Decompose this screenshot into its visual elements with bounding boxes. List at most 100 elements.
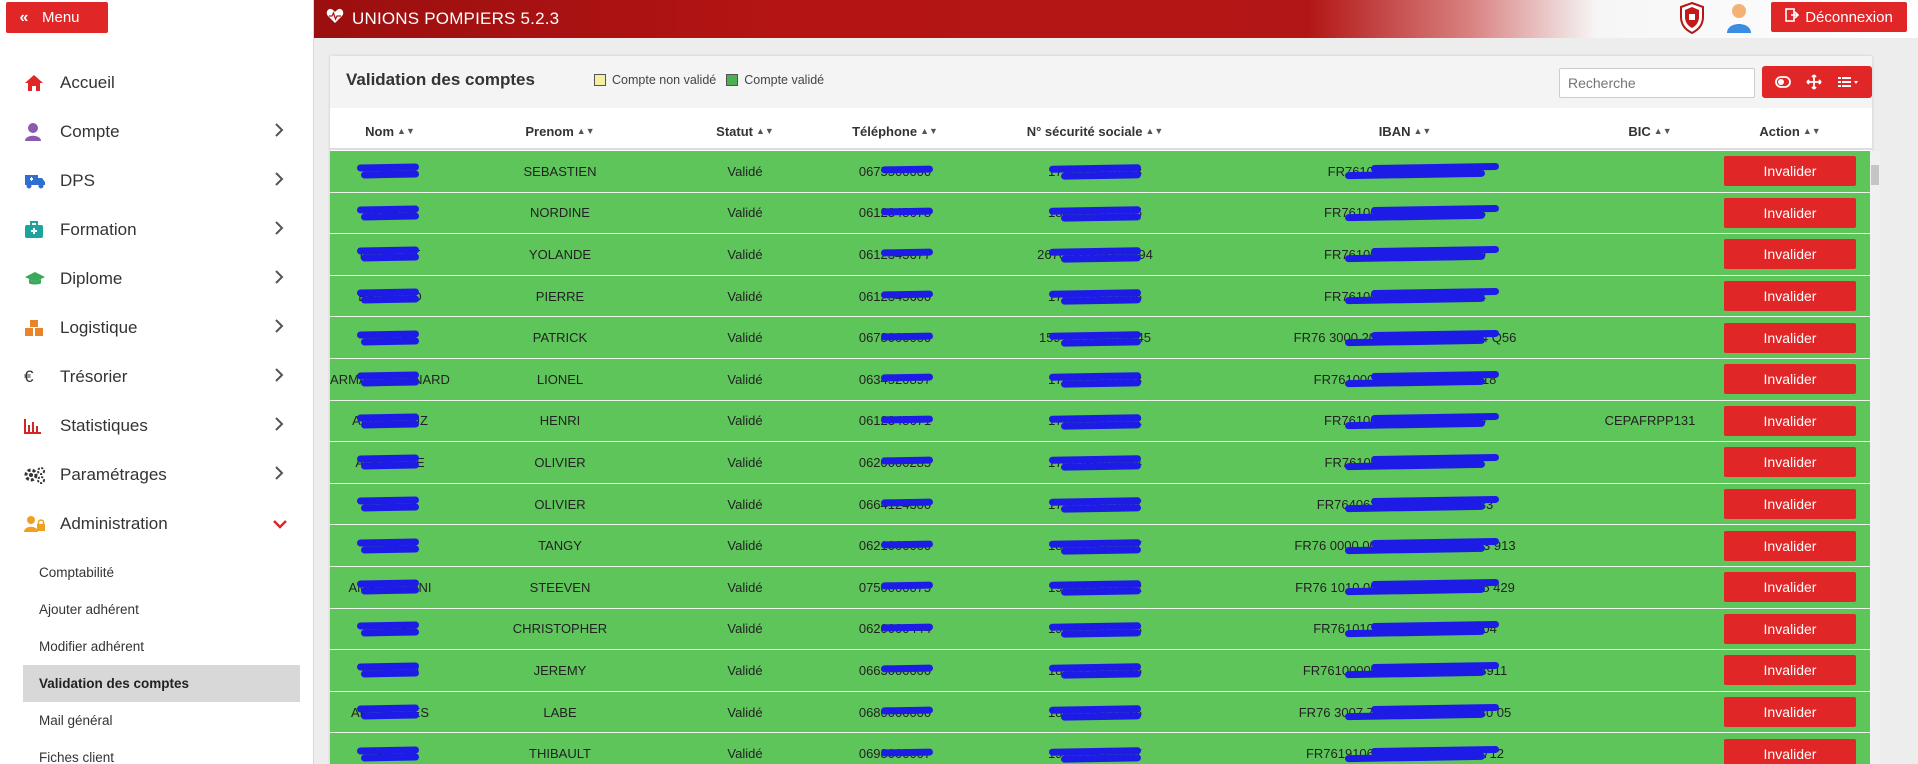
table-row: ARMANDBERNARD LIONEL Validé 063452089717400… xyxy=(330,358,1870,401)
columns-list-icon[interactable] xyxy=(1837,76,1859,88)
redaction-mark xyxy=(360,295,420,304)
redaction-mark xyxy=(1060,712,1142,721)
sidebar-nav: Accueil Compte DPS Formation Diplome Log… xyxy=(0,58,314,764)
redaction-mark xyxy=(360,586,420,595)
cell-secu: 1790000001063 xyxy=(970,151,1220,192)
table-row: AZTEIA TANGY Validé 06210000001880000000007… xyxy=(330,525,1870,567)
cell-bic xyxy=(1590,484,1710,525)
column-header-iban[interactable]: IBAN ▲▼ xyxy=(1220,114,1590,148)
column-header-statut[interactable]: Statut ▲▼ xyxy=(670,114,820,148)
cell-prenom: OLIVIER xyxy=(450,442,670,483)
sidebar-item-logistique[interactable]: Logistique xyxy=(0,303,314,352)
invalidate-button[interactable]: Invalider xyxy=(1724,738,1856,764)
cell-statut-text: Validé xyxy=(727,454,763,470)
redaction-mark xyxy=(880,498,934,507)
cell-secu: 1740000000733 xyxy=(970,359,1220,400)
subitem-validation-des-comptes[interactable]: Validation des comptes xyxy=(23,665,300,702)
cell-nom: LAURENT xyxy=(330,234,450,275)
table-row: ANNE CHRISTOPHER Validé 0620000444193000000… xyxy=(330,608,1870,651)
sidebar-item-label: Paramétrages xyxy=(60,464,167,484)
cell-iban: FR76101000000000457694804 xyxy=(1220,609,1590,650)
invalidate-button[interactable]: Invalider xyxy=(1724,613,1856,644)
cell-action: Invalider xyxy=(1710,650,1870,691)
subitem-mail-general[interactable]: Mail général xyxy=(0,702,314,739)
invalidate-button[interactable]: Invalider xyxy=(1724,489,1856,520)
cell-telephone: 0612345600 xyxy=(820,276,970,317)
cell-bic xyxy=(1590,359,1710,400)
invalidate-button[interactable]: Invalider xyxy=(1724,655,1856,686)
app-brand: UNIONS POMPIERS 5.2.3 xyxy=(326,8,559,29)
invalidate-button[interactable]: Invalider xyxy=(1724,697,1856,728)
column-header-telephone[interactable]: Téléphone ▲▼ xyxy=(820,114,970,148)
cell-bic xyxy=(1590,609,1710,650)
chevron-right-icon xyxy=(274,465,284,484)
cell-statut-text: Validé xyxy=(727,163,763,179)
sidebar-item-administration[interactable]: Administration xyxy=(0,499,314,548)
page-title: Validation des comptes xyxy=(346,70,535,89)
invalidate-button[interactable]: Invalider xyxy=(1724,281,1856,312)
search-input[interactable] xyxy=(1559,68,1755,98)
invalidate-button[interactable]: Invalider xyxy=(1724,405,1856,436)
sidebar-item-tresorier[interactable]: € Trésorier xyxy=(0,352,314,401)
cell-bic xyxy=(1590,692,1710,733)
cell-action: Invalider xyxy=(1710,692,1870,733)
sidebar-item-accueil[interactable]: Accueil xyxy=(0,58,314,107)
column-header-bic[interactable]: BIC ▲▼ xyxy=(1590,114,1710,148)
cell-statut: Validé xyxy=(670,151,820,192)
sidebar-item-statistiques[interactable]: Statistiques xyxy=(0,401,314,450)
redaction-mark xyxy=(1060,337,1142,347)
column-header-action[interactable]: Action ▲▼ xyxy=(1710,114,1870,148)
avatar[interactable] xyxy=(1724,2,1754,34)
cell-iban: FR76 3000 2059 5300 0000 1664 Q56 xyxy=(1220,317,1590,358)
menu-button[interactable]: « Menu xyxy=(6,2,108,33)
cell-iban: FR76100000000001231107 xyxy=(1220,442,1590,483)
sidebar-item-diplome[interactable]: Diplome xyxy=(0,254,314,303)
column-header-secu[interactable]: N° sécurité sociale ▲▼ xyxy=(970,114,1220,148)
table-tools-group xyxy=(1762,66,1872,98)
invalidate-button[interactable]: Invalider xyxy=(1724,572,1856,603)
cell-bic xyxy=(1590,650,1710,691)
table-scrollbar[interactable] xyxy=(1870,151,1880,764)
subitem-modifier-adherent[interactable]: Modifier adhérent xyxy=(0,628,314,665)
invalidate-button[interactable]: Invalider xyxy=(1724,239,1856,270)
scrollbar-thumb[interactable] xyxy=(1871,165,1879,185)
toggle-icon[interactable] xyxy=(1775,76,1792,88)
invalidate-button[interactable]: Invalider xyxy=(1724,322,1856,353)
cell-prenom: OLIVIER xyxy=(450,484,670,525)
invalidate-button[interactable]: Invalider xyxy=(1724,530,1856,561)
cell-nom: BERNARD xyxy=(330,276,450,317)
bar-chart-icon xyxy=(24,418,60,434)
invalidate-button[interactable]: Invalider xyxy=(1724,156,1856,187)
chevron-right-icon xyxy=(274,367,284,386)
sidebar-item-label: Accueil xyxy=(60,72,115,92)
redaction-mark xyxy=(880,706,934,715)
cell-nom: AZTEIA xyxy=(330,525,450,566)
subitem-comptabilite[interactable]: Comptabilité xyxy=(0,554,314,591)
column-header-prenom[interactable]: Prenom ▲▼ xyxy=(450,114,670,148)
redaction-mark xyxy=(880,373,934,382)
column-header-nom[interactable]: Nom ▲▼ xyxy=(330,114,450,148)
redaction-mark xyxy=(880,623,934,632)
cell-prenom: THIBAULT xyxy=(450,733,670,764)
cell-secu: 1780000000495 xyxy=(970,276,1220,317)
table-row: ARENE THIBAULT Validé 069800000719200000002… xyxy=(330,733,1870,764)
invalidate-button[interactable]: Invalider xyxy=(1724,447,1856,478)
cell-prenom-text: OLIVIER xyxy=(534,454,586,470)
logout-button[interactable]: Déconnexion xyxy=(1771,2,1907,32)
invalidate-button[interactable]: Invalider xyxy=(1724,364,1856,395)
cell-action: Invalider xyxy=(1710,234,1870,275)
cell-prenom: HENRI xyxy=(450,401,670,442)
invalidate-button[interactable]: Invalider xyxy=(1724,197,1856,228)
subitem-ajouter-adherent[interactable]: Ajouter adhérent xyxy=(0,591,314,628)
sidebar-item-formation[interactable]: Formation xyxy=(0,205,314,254)
move-arrows-icon[interactable] xyxy=(1806,74,1822,90)
cell-statut-text: Validé xyxy=(727,413,763,429)
subitem-fiches-client[interactable]: Fiches client xyxy=(0,739,314,764)
cell-bic: CEPAFRPP131 xyxy=(1590,401,1710,442)
sidebar-item-dps[interactable]: DPS xyxy=(0,156,314,205)
sidebar-item-parametrages[interactable]: Paramétrages xyxy=(0,450,314,499)
redaction-mark xyxy=(1060,213,1142,222)
redaction-mark xyxy=(360,711,420,720)
chevron-right-icon xyxy=(274,220,284,239)
sidebar-item-compte[interactable]: Compte xyxy=(0,107,314,156)
